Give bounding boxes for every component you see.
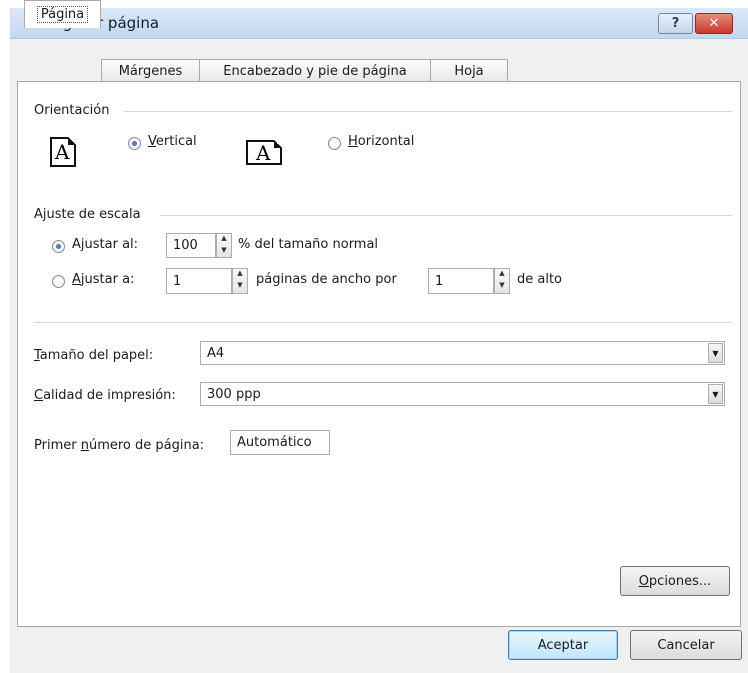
pages-tall-stepper[interactable]: ▲ ▼ [494, 268, 510, 294]
scaling-group-label: Ajuste de escala [34, 207, 141, 222]
pages-tall-suffix: de alto [517, 272, 563, 287]
first-page-number-label: Primer número de página: [34, 438, 205, 453]
fit-to-radio[interactable] [52, 275, 65, 288]
spin-up-icon[interactable]: ▲ [233, 269, 247, 281]
tab-encabezado-pie[interactable]: Encabezado y pie de página [199, 59, 431, 82]
paper-size-label: Tamaño del papel: [34, 348, 154, 363]
group-separator [160, 215, 732, 216]
help-icon: ? [671, 16, 680, 31]
tab-hoja[interactable]: Hoja [430, 59, 508, 82]
dropdown-arrow-icon[interactable]: ▼ [708, 384, 723, 404]
pages-wide-stepper[interactable]: ▲ ▼ [232, 268, 248, 294]
horizontal-label[interactable]: Horizontal [348, 134, 414, 149]
page-portrait-icon: A [50, 137, 76, 167]
close-icon: ✕ [708, 16, 720, 31]
fit-to-label[interactable]: Ajustar a: [72, 272, 134, 287]
orientation-group-label: Orientación [34, 103, 110, 118]
paper-size-value: A4 [207, 346, 225, 361]
tab-label: Encabezado y pie de página [223, 63, 407, 79]
group-separator [124, 111, 732, 112]
close-button[interactable]: ✕ [695, 13, 733, 34]
dropdown-arrow-icon[interactable]: ▼ [708, 343, 723, 363]
spin-down-icon[interactable]: ▼ [495, 281, 509, 293]
adjust-to-radio[interactable] [52, 240, 65, 253]
scale-percent-stepper[interactable]: ▲ ▼ [216, 233, 232, 258]
first-page-number-input[interactable]: Automático [230, 430, 330, 455]
vertical-radio[interactable] [128, 137, 141, 150]
adjust-to-label[interactable]: Ajustar al: [72, 237, 138, 252]
options-button[interactable]: Opciones... [620, 566, 730, 596]
print-quality-value: 300 ppp [207, 387, 261, 402]
tab-label: Hoja [454, 63, 484, 79]
print-quality-label: Calidad de impresión: [34, 388, 176, 403]
pages-wide-input[interactable]: 1 [166, 268, 232, 294]
tab-margenes[interactable]: Márgenes [101, 59, 200, 82]
print-quality-select[interactable]: 300 ppp ▼ [200, 382, 725, 406]
vertical-label[interactable]: Vertical [148, 134, 197, 149]
paper-size-select[interactable]: A4 ▼ [200, 341, 725, 365]
cancel-button[interactable]: Cancelar [630, 630, 742, 660]
scale-percent-input[interactable]: 100 [166, 233, 216, 258]
title-bar: Configurar página ? ✕ [10, 8, 748, 39]
tab-label: Página [36, 6, 89, 23]
pages-tall-input[interactable]: 1 [428, 268, 494, 294]
tab-label: Márgenes [118, 63, 183, 79]
spin-up-icon[interactable]: ▲ [495, 269, 509, 281]
pages-wide-suffix: páginas de ancho por [256, 272, 397, 287]
page-landscape-icon: A [246, 140, 282, 165]
spin-down-icon[interactable]: ▼ [233, 281, 247, 293]
horizontal-radio[interactable] [328, 137, 341, 150]
help-button[interactable]: ? [658, 13, 693, 34]
scale-percent-suffix: % del tamaño normal [238, 237, 379, 252]
section-separator [34, 322, 732, 323]
ok-button[interactable]: Aceptar [508, 630, 618, 660]
tab-pagina[interactable]: Página [24, 0, 101, 28]
spin-down-icon[interactable]: ▼ [217, 246, 231, 258]
spin-up-icon[interactable]: ▲ [217, 234, 231, 246]
